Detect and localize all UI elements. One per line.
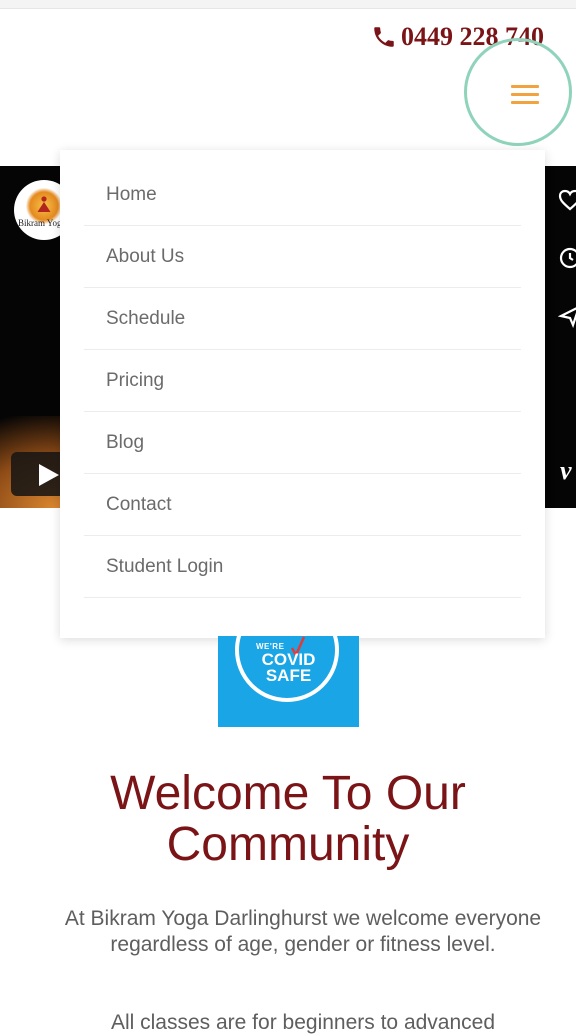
clock-icon[interactable] [558,246,576,270]
nav-item-contact[interactable]: Contact [84,474,521,536]
yoga-figure-icon [37,196,51,212]
vimeo-logo[interactable]: v [560,456,572,486]
heart-icon[interactable] [558,188,576,212]
intro-text-2: All classes are for beginners to advance… [110,1011,496,1034]
nav-item-pricing[interactable]: Pricing [84,350,521,412]
browser-top-edge [0,0,576,9]
nav-item-home[interactable]: Home [84,164,521,226]
phone-icon [374,27,394,47]
share-icon[interactable] [558,304,576,328]
intro-text: At Bikram Yoga Darlinghurst we welcome e… [64,907,542,956]
nav-dropdown-menu: Home About Us Schedule Pricing Blog Cont… [60,150,545,638]
nav-item-blog[interactable]: Blog [84,412,521,474]
covid-safe-badge: WE'RE COVID SAFE [218,636,359,727]
menu-toggle-button[interactable] [464,38,572,146]
hamburger-icon-bar [511,101,539,104]
page-title: Welcome To Our Community [110,767,466,871]
hamburger-icon-bar [511,93,539,96]
play-icon [39,464,59,486]
nav-item-about-us[interactable]: About Us [84,226,521,288]
nav-item-schedule[interactable]: Schedule [84,288,521,350]
hamburger-icon [511,85,539,88]
nav-item-student-login[interactable]: Student Login [84,536,521,598]
covid-badge-line2: SAFE [265,666,312,685]
